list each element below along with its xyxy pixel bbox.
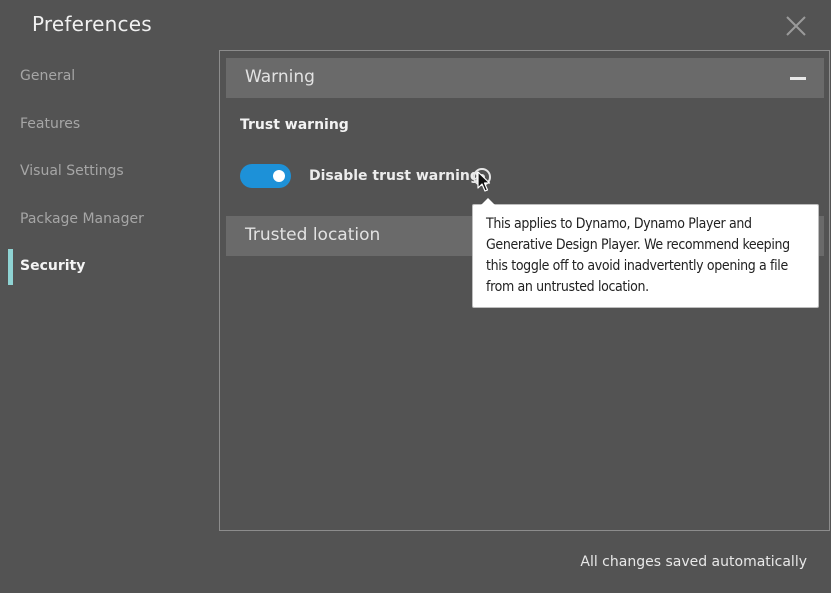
sidebar-item-package-manager[interactable]: Package Manager xyxy=(0,196,210,244)
autosave-status: All changes saved automatically xyxy=(580,554,807,570)
toggle-knob xyxy=(273,170,285,182)
close-icon xyxy=(786,16,806,36)
sidebar-item-general[interactable]: General xyxy=(0,53,210,101)
sidebar-item-label: Package Manager xyxy=(20,210,144,227)
sidebar-item-label: Visual Settings xyxy=(20,163,124,179)
sidebar-item-label: General xyxy=(20,68,76,84)
warning-section-header[interactable]: Warning xyxy=(226,58,824,98)
trust-warning-heading: Trust warning xyxy=(240,117,349,133)
tooltip-arrow xyxy=(481,198,495,205)
sidebar-item-features[interactable]: Features xyxy=(0,101,210,149)
collapse-minus-icon[interactable] xyxy=(790,77,806,80)
mouse-cursor-icon xyxy=(477,171,491,192)
sidebar-item-label: Security xyxy=(20,258,86,274)
sidebar-item-security[interactable]: Security xyxy=(0,243,210,291)
window-title: Preferences xyxy=(32,12,152,36)
sidebar-item-label: Features xyxy=(20,115,81,132)
preferences-window: Preferences General Features Visual Sett… xyxy=(0,0,831,593)
active-indicator xyxy=(8,249,13,285)
sidebar-item-visual-settings[interactable]: Visual Settings xyxy=(0,148,210,196)
section-title: Warning xyxy=(245,67,315,87)
close-button[interactable] xyxy=(784,14,808,38)
toggle-label: Disable trust warning xyxy=(309,168,480,184)
tooltip-text: This applies to Dynamo, Dynamo Player an… xyxy=(486,216,790,295)
sidebar-nav: General Features Visual Settings Package… xyxy=(0,53,210,291)
section-title: Trusted location xyxy=(245,225,381,245)
trust-warning-tooltip: This applies to Dynamo, Dynamo Player an… xyxy=(472,198,819,308)
disable-trust-warning-toggle[interactable] xyxy=(240,164,291,188)
